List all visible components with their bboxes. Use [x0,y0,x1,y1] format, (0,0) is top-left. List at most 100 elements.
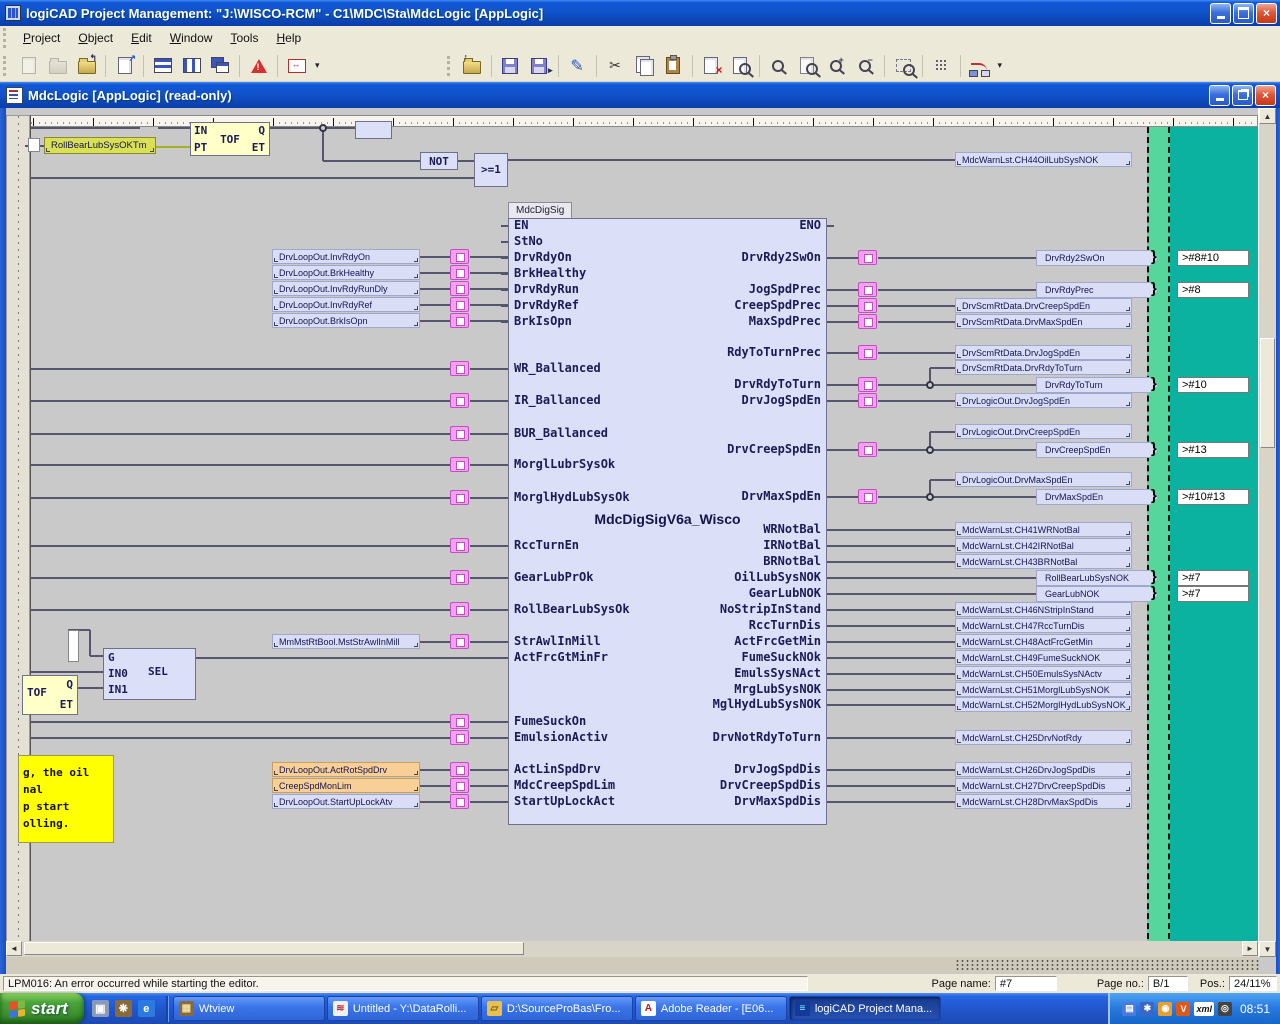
pin-connector[interactable] [450,393,469,408]
scroll-down-button[interactable]: ▼ [1259,941,1276,957]
variable-label[interactable]: MdcWarnLst.CH52MorglHydLubSysNOK [955,697,1132,712]
pin-connector[interactable] [858,442,877,457]
variable-label[interactable]: DrvLoopOut.StartUpLockAtv [272,794,420,809]
page-connector-label[interactable]: DrvCreepSpdEn [1036,442,1158,458]
menu-item-edit[interactable]: Edit [122,28,161,48]
pin-connector[interactable] [450,794,469,809]
variable-label[interactable]: DrvScmRtData.DrvRdyToTurn [955,360,1132,375]
new-document-button[interactable] [15,52,42,79]
audio-icon[interactable]: ◉ [1158,1002,1172,1016]
pin-connector[interactable] [450,714,469,729]
child-minimize-button[interactable] [1209,85,1230,106]
variable-label[interactable]: MdcWarnLst.CH51MorglLubSysNOK [955,682,1132,697]
rollbear-label[interactable]: RollBearLubSysOKTm [44,137,156,154]
zoom-page-button[interactable] [794,52,821,79]
taskbar-task[interactable]: AAdobe Reader - [E06... [635,996,787,1021]
pin-connector[interactable] [858,345,877,360]
menu-item-help[interactable]: Help [267,28,310,48]
pin-connector[interactable] [858,377,877,392]
menu-item-window[interactable]: Window [161,28,222,48]
pin-connector[interactable] [858,393,877,408]
variable-label[interactable]: DrvLoopOut.ActRotSpdDrv [272,762,420,777]
page-connector-label[interactable]: RollBearLubSysNOK [1036,570,1158,586]
delete-object-button[interactable]: × [698,52,725,79]
pin-connector[interactable] [858,282,877,297]
toolbar-dropdown-caret[interactable]: ▾ [998,60,1003,71]
variable-label[interactable]: DrvLogicOut.DrvMaxSpdEn [955,472,1132,487]
messenger-icon[interactable]: ❋ [115,1000,132,1017]
variable-label[interactable]: DrvLoopOut.InvRdyRunDly [272,281,420,296]
save-button[interactable] [497,52,524,79]
or-block[interactable]: >=1 [474,153,508,187]
variable-label[interactable]: DrvLoopOut.BrkIsOpn [272,313,420,328]
menu-item-project[interactable]: Project [14,28,69,48]
scroll-left-button[interactable]: ◄ [6,941,22,956]
connection-mode-button[interactable] [966,52,993,79]
page-connector-label[interactable]: DrvRdy2SwOn [1036,250,1158,266]
xml-icon[interactable]: xml [1194,1002,1214,1016]
grid-button[interactable] [928,52,955,79]
zoom-selection-button[interactable] [890,52,917,79]
variable-label[interactable]: MdcWarnLst.CH47RccTurnDis [955,618,1132,633]
pin-connector[interactable] [858,314,877,329]
comment-note[interactable]: g, the oilnalp startolling. [18,755,114,843]
taskbar-task[interactable]: ≡logiCAD Project Mana... [789,996,941,1021]
variable-label[interactable]: MdcWarnLst.CH46NStripInStand [955,602,1132,617]
pin-connector[interactable] [450,634,469,649]
variable-label[interactable]: MdcWarnLst.CH44OilLubSysNOK [955,152,1132,167]
variable-label[interactable]: MdcWarnLst.CH48ActFrcGetMin [955,634,1132,649]
scroll-right-button[interactable]: ► [1242,941,1258,956]
pin-connector[interactable] [450,538,469,553]
paste-button[interactable] [660,52,687,79]
pin-connector[interactable] [450,265,469,280]
pin-connector[interactable] [450,361,469,376]
horizontal-scrollbar[interactable]: ◄► [6,941,1258,957]
variable-label[interactable]: DrvScmRtData.DrvJogSpdEn [955,345,1132,360]
variable-label[interactable]: MdcWarnLst.CH50EmulsSysNActv [955,666,1132,681]
zoom-window-button[interactable] [765,52,792,79]
pin-connector[interactable] [450,426,469,441]
menu-item-object[interactable]: Object [69,28,122,48]
maximize-button[interactable] [1233,3,1254,24]
internet-explorer-icon[interactable]: e [138,1000,155,1017]
window-view-button[interactable] [283,52,310,79]
variable-label[interactable]: DrvScmRtData.DrvCreepSpdEn [955,298,1132,313]
variable-label[interactable]: DrvLoopOut.BrkHealthy [272,265,420,280]
not-block[interactable]: NOT [420,152,458,170]
app-icon[interactable]: ▣ [92,1000,109,1017]
taskbar-task[interactable]: ▦Wtview [173,996,325,1021]
save-all-button[interactable]: ▸ [526,52,553,79]
variable-label[interactable]: DrvLoopOut.InvRdyRef [272,297,420,312]
variable-label[interactable]: DrvScmRtData.DrvMaxSpdEn [955,314,1132,329]
pin-connector[interactable] [450,570,469,585]
pin-connector[interactable] [858,298,877,313]
find-errors-button[interactable] [727,52,754,79]
variable-label[interactable]: MdcWarnLst.CH26DrvJogSpdDis [955,762,1132,777]
pin-connector[interactable] [450,249,469,264]
variable-label[interactable]: MdcWarnLst.CH43BRNotBal [955,554,1132,569]
toolbar-dropdown-caret[interactable]: ▾ [315,60,320,71]
variable-label[interactable]: MdcWarnLst.CH41WRNotBal [955,522,1132,537]
zoom-out-button[interactable]: − [852,52,879,79]
variable-label[interactable]: CreepSpdMonLim [272,778,420,793]
cut-button[interactable]: ✂ [602,52,629,79]
child-close-button[interactable]: × [1255,85,1276,106]
taskbar-task[interactable]: ≋Untitled - Y:\DataRolli... [327,996,479,1021]
close-button[interactable]: × [1256,3,1277,24]
variable-label[interactable]: MdcWarnLst.CH25DrvNotRdy [955,730,1132,745]
copy-button[interactable] [631,52,658,79]
open-document-button[interactable] [44,52,71,79]
page-connector-label[interactable]: DrvMaxSpdEn [1036,489,1158,505]
scroll-thumb[interactable] [24,942,524,955]
fb-instance-tab[interactable]: MdcDigSig [508,202,572,219]
pin-connector[interactable] [450,778,469,793]
page-connector-label[interactable]: DrvRdyPrec [1036,282,1158,298]
pin-connector[interactable] [450,602,469,617]
cascade-windows-button[interactable] [207,52,234,79]
empty-box[interactable] [355,121,392,139]
pin-connector[interactable] [450,730,469,745]
open-folder-button[interactable]: ↰ [73,52,100,79]
scroll-up-button[interactable]: ▲ [1259,108,1276,124]
scroll-thumb[interactable] [1260,338,1275,448]
pin-connector[interactable] [450,297,469,312]
